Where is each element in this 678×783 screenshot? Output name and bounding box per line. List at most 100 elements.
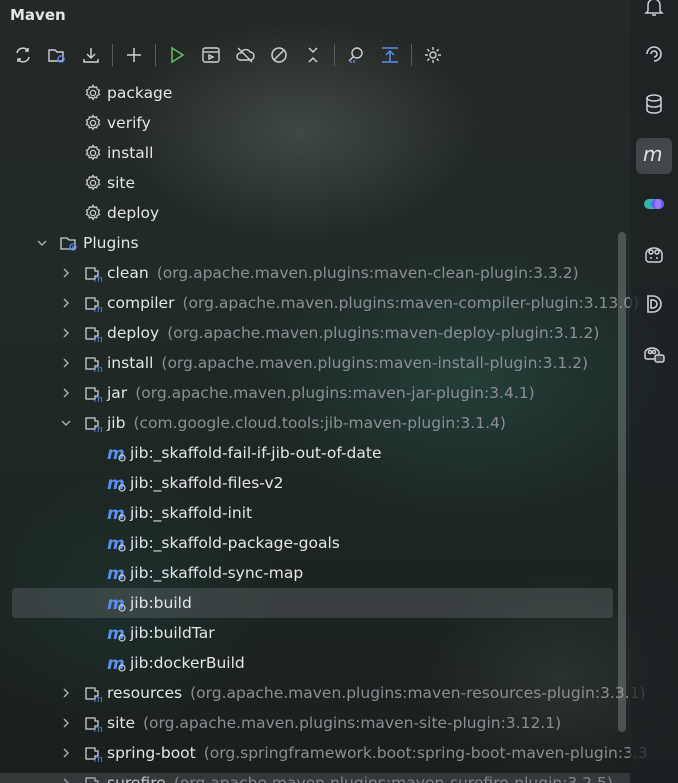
gear-icon: [83, 143, 103, 163]
maven-goal-icon: m: [107, 533, 127, 553]
plugin-artifact: (org.apache.maven.plugins:maven-jar-plug…: [135, 384, 535, 402]
plugin-resources[interactable]: m resources (org.apache.maven.plugins:mave…: [0, 678, 646, 708]
maven-project-tree: package verify install site deploy Plugins m cl…: [0, 78, 648, 783]
skip-tests-icon[interactable]: [264, 40, 294, 70]
horizontal-scrollbar[interactable]: [0, 773, 630, 783]
svg-text:m: m: [107, 654, 125, 673]
plugin-compiler[interactable]: m compiler (org.apache.maven.plugins:maven…: [0, 288, 639, 318]
chevron-right-icon[interactable]: [59, 716, 73, 730]
maven-goal-icon: m: [107, 593, 127, 613]
folder-refresh-icon[interactable]: [42, 40, 72, 70]
copilot-tool-button[interactable]: [636, 238, 672, 274]
collapse-all-icon[interactable]: [298, 40, 328, 70]
plugin-artifact: (org.apache.maven.plugins:maven-site-plu…: [143, 714, 562, 732]
plugin-site[interactable]: m site (org.apache.maven.plugins:maven-sit…: [0, 708, 630, 738]
tree-item-label: jib:_skaffold-package-goals: [130, 534, 340, 552]
node-name: install: [107, 144, 154, 162]
node-name: jib:_skaffold-sync-map: [130, 564, 304, 582]
node-name: jib:buildTar: [130, 624, 215, 642]
lifecycle-deploy[interactable]: deploy: [0, 198, 630, 228]
plugin-artifact: (org.apache.maven.plugins:maven-clean-pl…: [156, 264, 579, 282]
maven-plugin-icon: m: [83, 353, 103, 373]
maven-icon: m: [642, 142, 666, 170]
chevron-right-icon[interactable]: [59, 746, 73, 760]
run-icon[interactable]: [162, 40, 192, 70]
chevron-right-icon[interactable]: [59, 326, 73, 340]
node-name: jib:build: [130, 594, 192, 612]
plugin-jar[interactable]: m jar (org.apache.maven.plugins:maven-jar-…: [0, 378, 630, 408]
maven-toolbar: [8, 40, 452, 70]
svg-text:m: m: [94, 395, 103, 403]
lifecycle-site[interactable]: site: [0, 168, 630, 198]
svg-text:m: m: [94, 725, 103, 733]
plugins-folder-icon: [59, 233, 79, 253]
refresh-icon[interactable]: [8, 40, 38, 70]
analyze-dependencies-icon[interactable]: [341, 40, 371, 70]
database-tool-button[interactable]: [636, 88, 672, 124]
tree-item-label: jib:_skaffold-sync-map: [130, 564, 303, 582]
goal-jib-skaffold-init[interactable]: m jib:_skaffold-init: [0, 498, 630, 528]
settings-icon[interactable]: [418, 40, 448, 70]
tree-item-label: deploy (org.apache.maven.plugins:maven-de…: [107, 324, 599, 342]
node-name: jib:_skaffold-fail-if-jib-out-of-date: [130, 444, 382, 462]
goal-jib-buildtar[interactable]: m jib:buildTar: [0, 618, 630, 648]
copilot-chat-tool-button[interactable]: [636, 338, 672, 374]
notifications-tool-button[interactable]: [636, 0, 672, 26]
ai-assistant-tool-button[interactable]: [636, 38, 672, 74]
tree-item-label: jib:_skaffold-fail-if-jib-out-of-date: [130, 444, 382, 462]
chevron-right-icon[interactable]: [59, 266, 73, 280]
offline-mode-icon[interactable]: [230, 40, 260, 70]
maven-plugin-icon: m: [83, 263, 103, 283]
node-name: compiler: [107, 294, 175, 312]
plugin-jib[interactable]: m jib (com.google.cloud.tools:jib-maven-pl…: [0, 408, 630, 438]
tree-item-label: spring-boot (org.springframework.boot:spr…: [107, 744, 648, 762]
maven-tool-button[interactable]: m: [636, 138, 672, 174]
goal-jib-skaffold-package-goals[interactable]: m jib:_skaffold-package-goals: [0, 528, 630, 558]
plugin-spring-boot[interactable]: m spring-boot (org.springframework.boot:sp…: [0, 738, 648, 768]
node-name: jib:_skaffold-files-v2: [130, 474, 284, 492]
node-name: verify: [107, 114, 151, 132]
maven-goal-icon: m: [107, 503, 127, 523]
svg-text:m: m: [94, 755, 103, 763]
chevron-right-icon[interactable]: [59, 686, 73, 700]
lifecycle-package[interactable]: package: [0, 78, 630, 108]
node-name: install: [107, 354, 154, 372]
goal-jib-skaffold-files-v2[interactable]: m jib:_skaffold-files-v2: [0, 468, 630, 498]
svg-text:m: m: [107, 474, 125, 493]
chevron-right-icon[interactable]: [59, 296, 73, 310]
plugin-artifact: (org.springframework.boot:spring-boot-ma…: [203, 744, 648, 762]
tree-item-label: site (org.apache.maven.plugins:maven-site…: [107, 714, 561, 732]
goal-jib-build[interactable]: m jib:build: [12, 588, 613, 618]
maven-plugin-icon: m: [83, 713, 103, 733]
plugin-artifact: (org.apache.maven.plugins:maven-install-…: [161, 354, 589, 372]
goal-jib-skaffold-sync-map[interactable]: m jib:_skaffold-sync-map: [0, 558, 630, 588]
maven-plugin-icon: m: [83, 383, 103, 403]
show-dependencies-icon[interactable]: [375, 40, 405, 70]
lifecycle-install[interactable]: install: [0, 138, 630, 168]
plugin-badge-icon: [642, 192, 666, 220]
goal-jib-dockerbuild[interactable]: m jib:dockerBuild: [0, 648, 630, 678]
lifecycle-verify[interactable]: verify: [0, 108, 630, 138]
plugin-badge-tool-button[interactable]: [636, 188, 672, 224]
node-name: jib:_skaffold-package-goals: [130, 534, 340, 552]
add-icon[interactable]: [119, 40, 149, 70]
node-name: jar: [107, 384, 128, 402]
plugin-install[interactable]: m install (org.apache.maven.plugins:maven-…: [0, 348, 630, 378]
plugins-node[interactable]: Plugins: [0, 228, 630, 258]
d-plugin-tool-button[interactable]: [636, 288, 672, 324]
maven-plugin-icon: m: [83, 413, 103, 433]
node-name: deploy: [107, 204, 160, 222]
chevron-down-icon[interactable]: [35, 236, 49, 250]
plugin-clean[interactable]: m clean (org.apache.maven.plugins:maven-cl…: [0, 258, 630, 288]
plugin-deploy[interactable]: m deploy (org.apache.maven.plugins:maven-d…: [0, 318, 630, 348]
toolbar-separator: [112, 44, 113, 66]
chevron-right-icon[interactable]: [59, 356, 73, 370]
tree-item-label: Plugins: [83, 234, 139, 252]
run-config-icon[interactable]: [196, 40, 226, 70]
tree-scrollbar[interactable]: [618, 232, 626, 732]
chevron-down-icon[interactable]: [59, 416, 73, 430]
chevron-right-icon[interactable]: [59, 386, 73, 400]
download-icon[interactable]: [76, 40, 106, 70]
goal-jib-skaffold-fail-if-jib-out-of-date[interactable]: m jib:_skaffold-fail-if-jib-out-of-date: [0, 438, 630, 468]
tree-item-label: verify: [107, 114, 151, 132]
